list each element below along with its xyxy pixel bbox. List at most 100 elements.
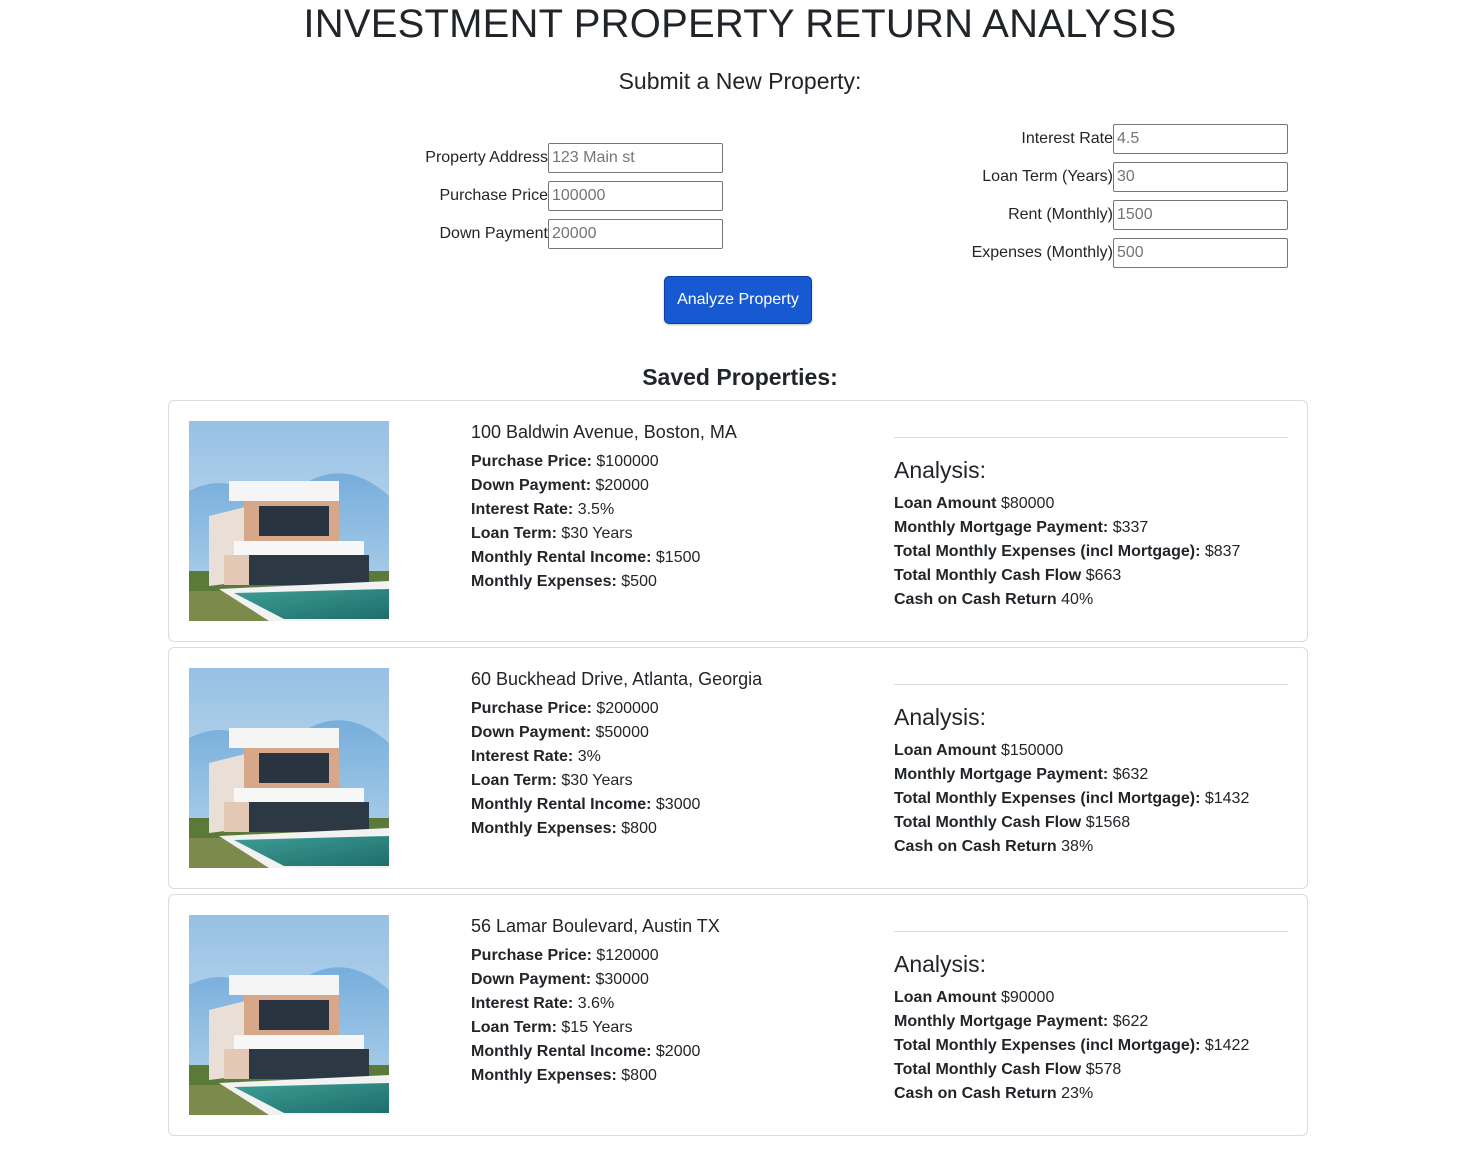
property-address: 60 Buckhead Drive, Atlanta, Georgia: [471, 669, 763, 689]
interest-rate-line: Interest Rate: 3%: [471, 745, 871, 769]
monthly-expenses-line: Monthly Expenses: $800: [471, 1064, 871, 1088]
rent-label: Rent (Monthly): [1008, 206, 1113, 223]
interest-rate-label: Interest Rate:: [471, 995, 574, 1012]
loan-term-label: Loan Term:: [471, 525, 557, 542]
total-expenses-value: $1432: [1204, 790, 1250, 807]
loan-term-value: $30 Years: [561, 525, 633, 542]
purchase-price-line: Purchase Price: $120000: [471, 944, 871, 968]
analysis-title: Analysis:: [894, 704, 987, 730]
purchase-price-value: $100000: [596, 453, 659, 470]
property-card-2: 60 Buckhead Drive, Atlanta, Georgia Purc…: [168, 647, 1308, 889]
mortgage-payment-label: Monthly Mortgage Payment:: [894, 1013, 1109, 1030]
coc-return-value: 40%: [1061, 591, 1094, 608]
coc-return-label: Cash on Cash Return: [894, 591, 1057, 608]
rental-income-value: $3000: [655, 796, 701, 813]
down-payment-label: Down Payment:: [471, 971, 592, 988]
total-expenses-label: Total Monthly Expenses (incl Mortgage):: [894, 790, 1201, 807]
cash-flow-value: $663: [1085, 567, 1122, 584]
coc-return-label: Cash on Cash Return: [894, 1085, 1057, 1102]
total-expenses-label: Total Monthly Expenses (incl Mortgage):: [894, 543, 1201, 560]
field-purchase-price: Purchase Price: [440, 181, 723, 211]
analyze-property-button[interactable]: Analyze Property: [664, 276, 812, 324]
loan-amount-line: Loan Amount $90000: [894, 986, 1288, 1010]
monthly-expenses-line: Monthly Expenses: $800: [471, 817, 871, 841]
interest-rate-label: Interest Rate:: [471, 501, 574, 518]
field-property-address: Property Address: [425, 143, 723, 173]
down-payment-label: Down Payment:: [471, 477, 592, 494]
interest-rate-line: Interest Rate: 3.6%: [471, 992, 871, 1016]
interest-rate-input[interactable]: [1113, 124, 1288, 154]
property-card-3: 56 Lamar Boulevard, Austin TX Purchase P…: [168, 894, 1308, 1136]
mortgage-payment-line: Monthly Mortgage Payment: $337: [894, 516, 1288, 540]
cash-flow-label: Total Monthly Cash Flow: [894, 567, 1082, 584]
cash-flow-line: Total Monthly Cash Flow $1568: [894, 811, 1288, 835]
property-details: 56 Lamar Boulevard, Austin TX Purchase P…: [471, 915, 871, 1088]
loan-term-value: $15 Years: [561, 1019, 633, 1036]
mortgage-payment-line: Monthly Mortgage Payment: $632: [894, 763, 1288, 787]
property-photo: [189, 668, 389, 868]
property-photo: [189, 421, 389, 621]
purchase-price-input[interactable]: [548, 181, 723, 211]
purchase-price-value: $200000: [596, 700, 659, 717]
monthly-expenses-value: $800: [621, 820, 657, 837]
interest-rate-value: 3%: [577, 748, 601, 765]
loan-amount-value: $150000: [1000, 742, 1064, 759]
rent-input[interactable]: [1113, 200, 1288, 230]
form-title: Submit a New Property:: [618, 68, 862, 94]
loan-term-input[interactable]: [1113, 162, 1288, 192]
expenses-label: Expenses (Monthly): [971, 244, 1113, 261]
loan-term-line: Loan Term: $30 Years: [471, 769, 871, 793]
cash-flow-label: Total Monthly Cash Flow: [894, 814, 1082, 831]
monthly-expenses-label: Monthly Expenses:: [471, 820, 617, 837]
coc-return-line: Cash on Cash Return 38%: [894, 835, 1288, 859]
interest-rate-line: Interest Rate: 3.5%: [471, 498, 871, 522]
loan-amount-label: Loan Amount: [894, 989, 997, 1006]
rental-income-value: $1500: [655, 549, 701, 566]
down-payment-line: Down Payment: $20000: [471, 474, 871, 498]
rental-income-line: Monthly Rental Income: $3000: [471, 793, 871, 817]
coc-return-line: Cash on Cash Return 23%: [894, 1082, 1288, 1106]
loan-amount-line: Loan Amount $150000: [894, 739, 1288, 763]
monthly-expenses-label: Monthly Expenses:: [471, 573, 617, 590]
loan-amount-line: Loan Amount $80000: [894, 492, 1288, 516]
monthly-expenses-value: $800: [621, 1067, 657, 1084]
analysis-section: Analysis: Loan Amount $150000 Monthly Mo…: [894, 684, 1288, 859]
mortgage-payment-value: $632: [1112, 766, 1149, 783]
loan-term-line: Loan Term: $15 Years: [471, 1016, 871, 1040]
interest-rate-label: Interest Rate: [1021, 130, 1113, 147]
loan-term-value: $30 Years: [561, 772, 633, 789]
interest-rate-value: 3.6%: [577, 995, 615, 1012]
interest-rate-label: Interest Rate:: [471, 748, 574, 765]
down-payment-line: Down Payment: $50000: [471, 721, 871, 745]
total-expenses-value: $837: [1204, 543, 1241, 560]
loan-amount-value: $80000: [1000, 495, 1055, 512]
house-image: [189, 915, 389, 1115]
down-payment-input[interactable]: [548, 219, 723, 249]
coc-return-label: Cash on Cash Return: [894, 838, 1057, 855]
purchase-price-label: Purchase Price:: [471, 947, 592, 964]
cash-flow-line: Total Monthly Cash Flow $578: [894, 1058, 1288, 1082]
expenses-input[interactable]: [1113, 238, 1288, 268]
total-expenses-value: $1422: [1204, 1037, 1250, 1054]
property-address-input[interactable]: [548, 143, 723, 173]
purchase-price-label: Purchase Price:: [471, 700, 592, 717]
down-payment-line: Down Payment: $30000: [471, 968, 871, 992]
total-expenses-line: Total Monthly Expenses (incl Mortgage): …: [894, 540, 1288, 564]
down-payment-value: $50000: [595, 724, 649, 741]
analysis-title: Analysis:: [894, 457, 987, 483]
monthly-expenses-label: Monthly Expenses:: [471, 1067, 617, 1084]
coc-return-value: 23%: [1061, 1085, 1094, 1102]
coc-return-line: Cash on Cash Return 40%: [894, 588, 1288, 612]
property-card-1: 100 Baldwin Avenue, Boston, MA Purchase …: [168, 400, 1308, 642]
loan-term-label: Loan Term:: [471, 1019, 557, 1036]
coc-return-value: 38%: [1061, 838, 1094, 855]
loan-term-label: Loan Term:: [471, 772, 557, 789]
property-address-label: Property Address: [425, 149, 548, 166]
cash-flow-label: Total Monthly Cash Flow: [894, 1061, 1082, 1078]
field-expenses: Expenses (Monthly): [972, 238, 1288, 268]
down-payment-value: $30000: [595, 971, 649, 988]
cash-flow-line: Total Monthly Cash Flow $663: [894, 564, 1288, 588]
property-details: 60 Buckhead Drive, Atlanta, Georgia Purc…: [471, 668, 871, 841]
field-rent: Rent (Monthly): [1008, 200, 1288, 230]
mortgage-payment-value: $622: [1112, 1013, 1149, 1030]
